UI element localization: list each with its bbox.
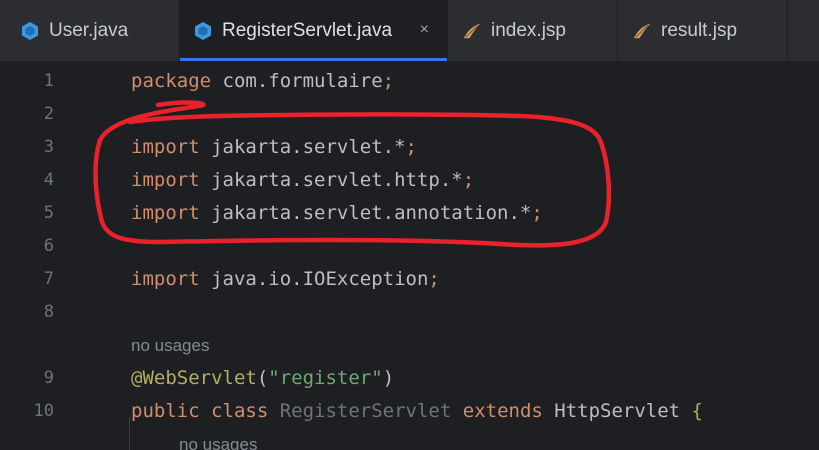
class-name: RegisterServlet [268, 400, 452, 422]
string-literal: "register" [268, 367, 383, 389]
close-tab-icon[interactable]: × [420, 20, 429, 40]
tab-label: RegisterServlet.java [222, 19, 393, 41]
line-number: 2 [43, 104, 54, 124]
code-line: 6 [0, 230, 819, 263]
code-line: 5 import jakarta.servlet.annotation.*; [0, 197, 819, 230]
code-line: 2 [0, 98, 819, 131]
code-text: import jakarta.servlet.annotation.*; [131, 197, 543, 230]
tab-user-java[interactable]: User.java [0, 0, 180, 61]
keyword: import [131, 202, 200, 224]
jsp-file-icon [462, 21, 482, 41]
usage-hint-line: no usages [0, 329, 819, 362]
usage-hint-line: no usages [0, 428, 819, 450]
line-number: 10 [33, 401, 54, 421]
code-text: package com.formulaire; [131, 65, 394, 98]
tab-result-jsp[interactable]: result.jsp [618, 0, 788, 61]
line-number: 7 [43, 269, 54, 289]
tab-index-jsp[interactable]: index.jsp [448, 0, 618, 61]
code-line: 1 package com.formulaire; [0, 65, 819, 98]
code-editor[interactable]: 1 package com.formulaire; 2 3 import jak… [0, 62, 819, 450]
package-name: com.formulaire [211, 70, 383, 92]
tab-label: User.java [49, 19, 129, 41]
java-class-icon [20, 21, 40, 41]
import-path: jakarta.servlet.http.* [199, 169, 463, 191]
keyword: public [131, 400, 200, 422]
keyword: package [131, 70, 212, 92]
keyword: import [131, 268, 200, 290]
keyword: extends [451, 400, 543, 422]
line-number: 1 [43, 71, 54, 91]
usage-hint[interactable]: no usages [179, 428, 257, 450]
keyword: import [131, 136, 200, 158]
indent-guide [129, 417, 130, 450]
import-path: jakarta.servlet.* [199, 136, 406, 158]
code-text: @WebServlet("register") [131, 362, 394, 395]
keyword: class [199, 400, 269, 422]
code-line: 7 import java.io.IOException; [0, 263, 819, 296]
annotation: @WebServlet [131, 367, 257, 389]
line-number: 9 [43, 368, 54, 388]
code-text: import jakarta.servlet.*; [131, 131, 417, 164]
superclass-name: HttpServlet [542, 400, 681, 422]
line-number: 3 [43, 137, 54, 157]
code-line: 4 import jakarta.servlet.http.*; [0, 164, 819, 197]
java-class-icon [193, 21, 213, 41]
semicolon: ; [462, 169, 475, 191]
code-line: 8 [0, 296, 819, 329]
line-number: 5 [43, 203, 54, 223]
import-path: jakarta.servlet.annotation.* [199, 202, 532, 224]
paren: ( [256, 367, 269, 389]
usage-hint[interactable]: no usages [131, 329, 209, 362]
semicolon: ; [382, 70, 395, 92]
semicolon: ; [428, 268, 440, 290]
editor-tab-bar: User.java RegisterServlet.java × index.j… [0, 0, 819, 62]
brace: { [680, 400, 703, 422]
semicolon: ; [405, 136, 417, 158]
line-number: 4 [43, 170, 54, 190]
code-line: 10 public class RegisterServlet extends … [0, 395, 819, 428]
code-text: public class RegisterServlet extends Htt… [131, 395, 703, 428]
code-line: 9 @WebServlet("register") [0, 362, 819, 395]
line-number: 8 [43, 302, 54, 322]
code-line: 3 import jakarta.servlet.*; [0, 131, 819, 164]
line-number: 6 [43, 236, 54, 256]
tab-label: index.jsp [491, 19, 566, 41]
code-text: import jakarta.servlet.http.*; [131, 164, 474, 197]
code-text: import java.io.IOException; [131, 263, 440, 296]
import-path: java.io.IOException [199, 268, 429, 290]
paren: ) [382, 367, 395, 389]
tab-label: result.jsp [661, 19, 738, 41]
semicolon: ; [531, 202, 543, 224]
keyword: import [131, 169, 200, 191]
jsp-file-icon [632, 21, 652, 41]
tab-registerservlet-java[interactable]: RegisterServlet.java × [180, 0, 448, 61]
